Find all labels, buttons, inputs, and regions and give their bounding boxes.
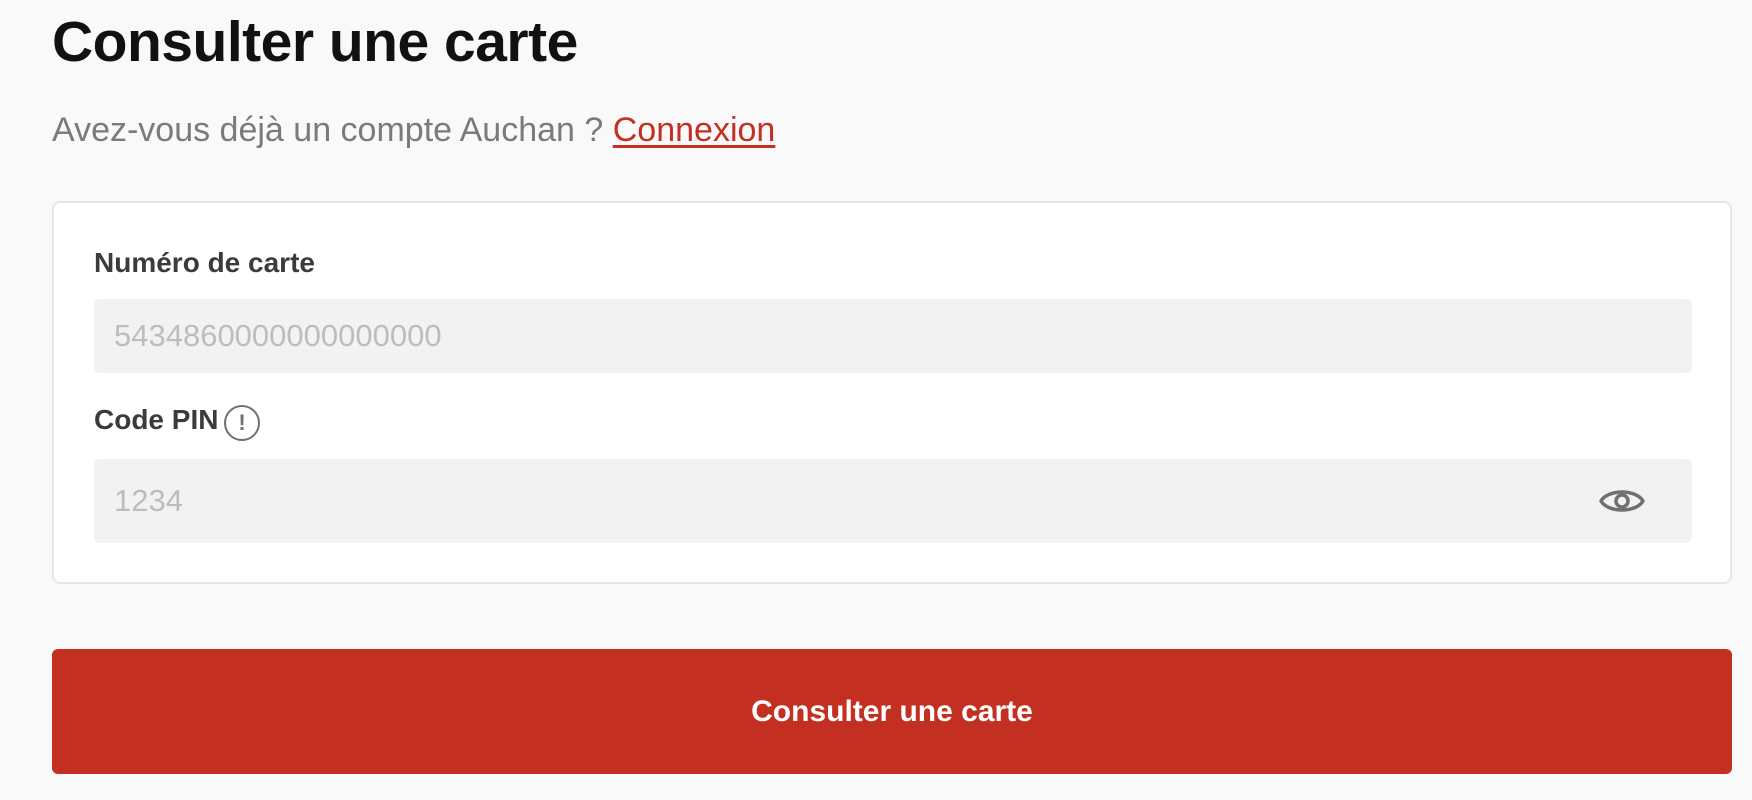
eye-icon[interactable]	[1598, 481, 1646, 521]
pin-label: Code PIN	[94, 404, 219, 435]
card-number-field-wrapper	[94, 299, 1692, 373]
account-prompt: Avez-vous déjà un compte Auchan ? Connex…	[52, 108, 775, 152]
consult-card-button[interactable]: Consulter une carte	[52, 649, 1732, 774]
consult-card-page: Consulter une carte Avez-vous déjà un co…	[0, 0, 1752, 800]
page-title: Consulter une carte	[52, 10, 578, 74]
card-number-input[interactable]	[94, 299, 1692, 373]
pin-input[interactable]	[94, 459, 1692, 543]
pin-field-wrapper	[94, 459, 1692, 543]
account-prompt-text: Avez-vous déjà un compte Auchan ?	[52, 111, 604, 149]
info-icon[interactable]: !	[224, 405, 260, 441]
card-form-panel: Numéro de carte Code PIN !	[52, 201, 1732, 584]
card-number-label: Numéro de carte	[94, 247, 315, 278]
login-link[interactable]: Connexion	[613, 111, 776, 149]
